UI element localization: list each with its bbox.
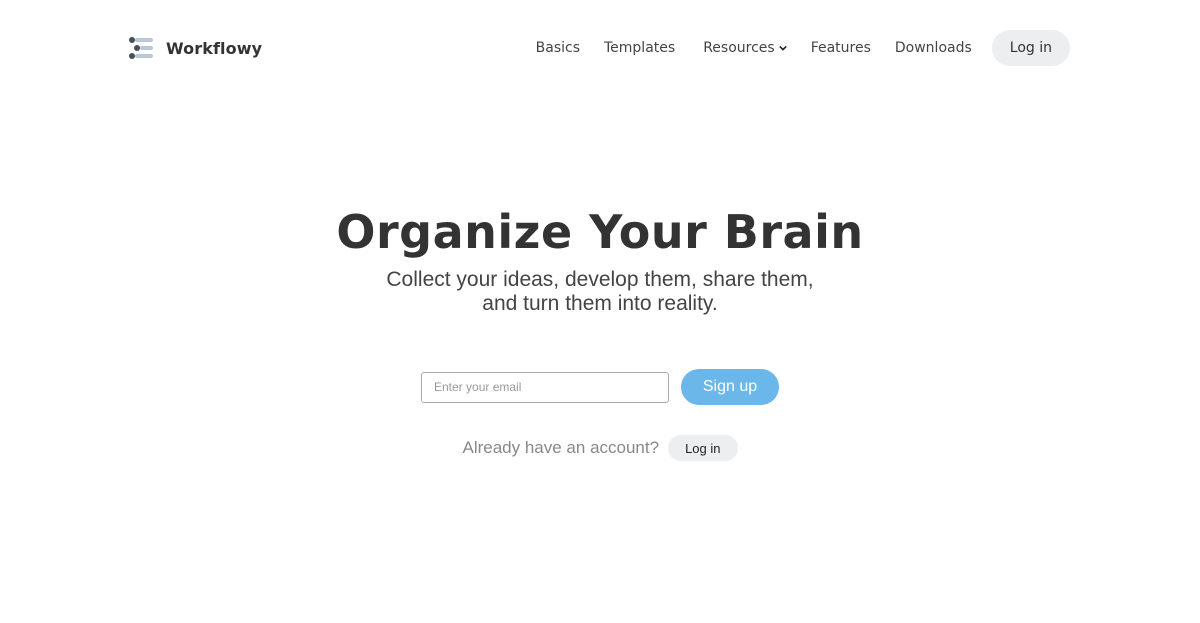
subtitle-line-2: and turn them into reality. bbox=[482, 292, 718, 315]
main-nav: Basics Templates Resources Features Down… bbox=[536, 30, 1070, 66]
chevron-down-icon bbox=[778, 45, 787, 51]
login-button[interactable]: Log in bbox=[668, 435, 738, 461]
nav-downloads[interactable]: Downloads bbox=[895, 40, 972, 56]
subtitle-line-1: Collect your ideas, develop them, share … bbox=[386, 268, 814, 291]
nav-basics[interactable]: Basics bbox=[536, 40, 580, 56]
hero-section: Organize Your Brain Collect your ideas, … bbox=[0, 200, 1200, 316]
brand-name: Workflowy bbox=[166, 38, 263, 58]
header-login-button[interactable]: Log in bbox=[991, 30, 1070, 66]
nav-resources[interactable]: Resources bbox=[703, 40, 787, 56]
site-header: Workflowy Basics Templates Resources Fea… bbox=[0, 0, 1200, 96]
signup-form: Sign up bbox=[421, 369, 779, 405]
nav-templates[interactable]: Templates bbox=[604, 40, 675, 56]
login-prompt: Already have an account? Log in bbox=[0, 435, 1200, 461]
signup-button[interactable]: Sign up bbox=[681, 369, 779, 405]
logo-link[interactable]: Workflowy bbox=[129, 35, 262, 61]
nav-resources-label: Resources bbox=[703, 40, 775, 56]
nav-features[interactable]: Features bbox=[811, 40, 871, 56]
email-input[interactable] bbox=[421, 371, 669, 403]
page-title: Organize Your Brain bbox=[336, 205, 864, 259]
login-prompt-text: Already have an account? bbox=[462, 438, 660, 457]
workflowy-logo-icon bbox=[129, 35, 155, 61]
